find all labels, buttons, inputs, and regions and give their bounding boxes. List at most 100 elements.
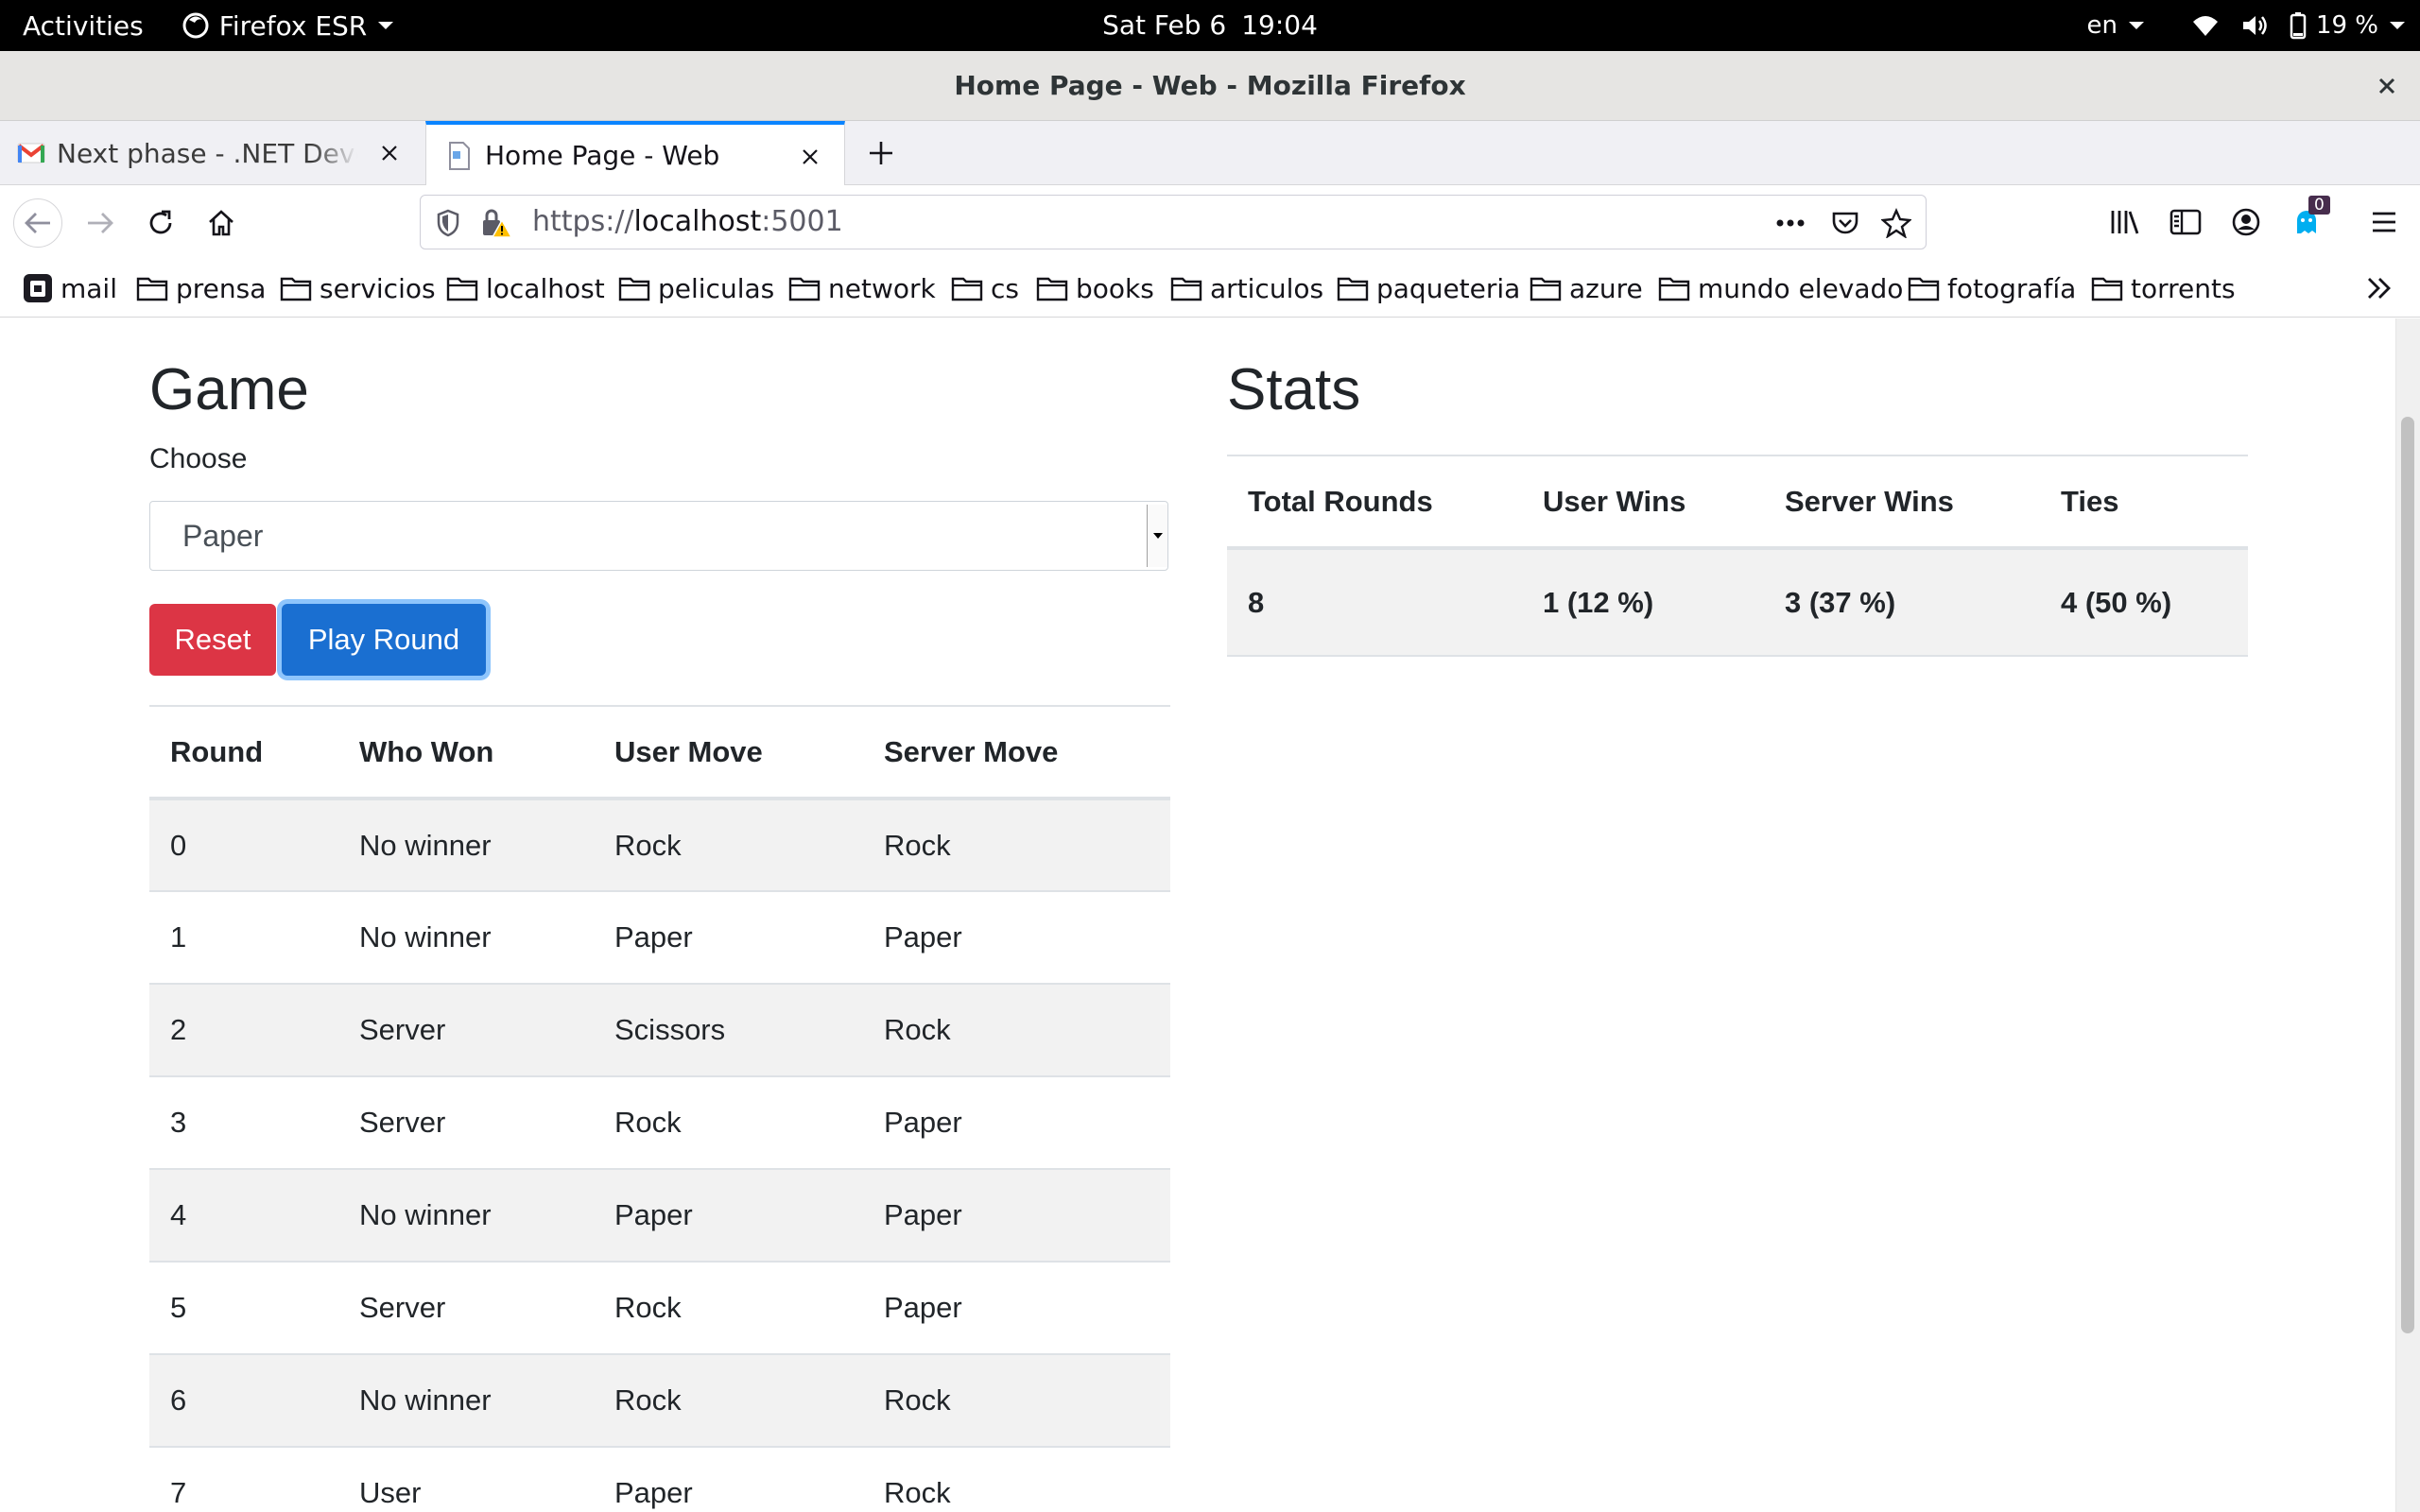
bookmark-label: paqueteria	[1376, 272, 1521, 304]
bookmark-torrents[interactable]: torrents	[2091, 259, 2236, 318]
url-bar[interactable]: https://localhost:5001	[420, 195, 1927, 249]
folder-icon	[280, 277, 312, 301]
battery-indicator[interactable]: 19 %	[2290, 11, 2407, 40]
home-icon	[209, 210, 233, 236]
play-round-button[interactable]: Play Round	[282, 604, 486, 676]
column-header: Server Wins	[1764, 455, 2040, 550]
pocket-icon[interactable]	[1829, 207, 1861, 239]
folder-icon	[1530, 277, 1562, 301]
server-move-cell: Rock	[863, 1354, 1170, 1448]
bookmark-prensa[interactable]: prensa	[136, 259, 266, 318]
battery-icon	[2290, 12, 2307, 40]
tab-gmail[interactable]: Next phase - .NET Developer	[0, 121, 424, 185]
arrow-left-icon	[25, 213, 50, 233]
bookmark-network[interactable]: network	[788, 259, 936, 318]
extension-badge: 0	[2308, 196, 2330, 215]
wifi-icon[interactable]	[2191, 13, 2220, 38]
insecure-lock-icon[interactable]	[479, 207, 511, 239]
winner-cell: No winner	[338, 799, 594, 892]
back-button[interactable]	[13, 198, 62, 248]
account-icon[interactable]	[2227, 203, 2265, 241]
bookmark-azure[interactable]: azure	[1530, 259, 1643, 318]
window-title: Home Page - Web - Mozilla Firefox	[954, 70, 1466, 101]
bookmark-books[interactable]: books	[1036, 259, 1154, 318]
close-icon	[2378, 77, 2395, 94]
window-close-button[interactable]	[2371, 70, 2403, 102]
folder-icon	[951, 277, 983, 301]
bookmark-label: azure	[1569, 272, 1643, 304]
bookmark-peliculas[interactable]: peliculas	[618, 259, 774, 318]
home-button[interactable]	[197, 198, 246, 248]
round-cell: 4	[149, 1169, 338, 1263]
winner-cell: No winner	[338, 1354, 594, 1448]
tab-close-button[interactable]	[374, 138, 405, 168]
page-content: Game Choose Paper Reset Play Round Round…	[0, 318, 2420, 1512]
column-header: Who Won	[338, 705, 594, 800]
bookmark-servicios[interactable]: servicios	[280, 259, 436, 318]
window-titlebar[interactable]: Home Page - Web - Mozilla Firefox	[0, 51, 2420, 121]
bookmarks-toolbar: mail prensa servicios localhost pelicula…	[0, 259, 2420, 318]
server-move-cell: Paper	[863, 1169, 1170, 1263]
volume-icon[interactable]	[2240, 12, 2269, 39]
page-actions-icon[interactable]	[1774, 207, 1806, 239]
system-top-bar: Activities Firefox ESR Sat Feb 6 19:04 en…	[0, 0, 2420, 51]
column-header: User Wins	[1522, 455, 1764, 550]
round-cell: 1	[149, 891, 338, 985]
select-arrow-icon[interactable]	[1147, 505, 1167, 567]
move-select[interactable]: Paper	[149, 501, 1168, 571]
sidebar-icon[interactable]	[2167, 203, 2204, 241]
bookmark-label: mundo elevado	[1698, 272, 1904, 304]
bookmark-mail[interactable]: mail	[23, 259, 117, 318]
table-row: 4 No winner Paper Paper	[149, 1169, 1170, 1263]
scrollbar-thumb[interactable]	[2401, 417, 2414, 1333]
menu-hamburger-icon[interactable]	[2365, 203, 2403, 241]
plus-icon	[870, 142, 892, 164]
shield-icon[interactable]	[432, 207, 464, 239]
chevron-down-icon	[2128, 22, 2144, 29]
table-row: 2 Server Scissors Rock	[149, 984, 1170, 1077]
extension-ghost-icon[interactable]: 0	[2288, 196, 2330, 241]
language-indicator[interactable]: en	[2086, 11, 2145, 40]
bookmark-fotografia[interactable]: fotografía	[1908, 259, 2076, 318]
tab-close-button[interactable]	[795, 142, 825, 172]
tab-label: Next phase - .NET Developer	[57, 137, 357, 169]
reload-button[interactable]	[136, 198, 185, 248]
gmail-icon	[17, 143, 45, 163]
bookmark-label: books	[1076, 272, 1154, 304]
bookmark-star-icon[interactable]	[1880, 207, 1912, 239]
forward-button[interactable]	[76, 198, 125, 248]
new-tab-button[interactable]	[862, 134, 900, 172]
table-row: 7 User Paper Rock	[149, 1447, 1170, 1512]
tab-home-page[interactable]: Home Page - Web	[425, 121, 845, 186]
folder-icon	[788, 277, 821, 301]
bookmarks-overflow-button[interactable]	[2365, 259, 2401, 318]
reset-button[interactable]: Reset	[149, 604, 276, 676]
user-move-cell: Paper	[594, 891, 863, 985]
bookmark-cs[interactable]: cs	[951, 259, 1019, 318]
server-move-cell: Rock	[863, 984, 1170, 1077]
page-scrollbar[interactable]	[2395, 318, 2420, 1512]
round-cell: 6	[149, 1354, 338, 1448]
server-wins-value: 3 (37 %)	[1764, 548, 2040, 657]
stats-table: Total Rounds User Wins Server Wins Ties …	[1227, 455, 2248, 657]
user-move-cell: Rock	[594, 1354, 863, 1448]
clock[interactable]: Sat Feb 6 19:04	[0, 0, 2420, 51]
bookmark-articulos[interactable]: articulos	[1170, 259, 1323, 318]
round-cell: 7	[149, 1447, 338, 1512]
bookmark-localhost[interactable]: localhost	[446, 259, 605, 318]
rounds-table: Round Who Won User Move Server Move 0 No …	[149, 705, 1170, 1512]
folder-icon	[1170, 277, 1202, 301]
folder-icon	[618, 277, 650, 301]
time-label: 19:04	[1241, 9, 1318, 41]
round-cell: 0	[149, 799, 338, 892]
url-text[interactable]: https://localhost:5001	[532, 196, 843, 249]
server-move-cell: Paper	[863, 891, 1170, 985]
user-wins-value: 1 (12 %)	[1522, 548, 1764, 657]
url-port: :5001	[761, 205, 843, 238]
bookmark-paqueteria[interactable]: paqueteria	[1337, 259, 1520, 318]
date-label: Sat Feb 6	[1102, 9, 1227, 41]
chevron-down-icon	[2390, 22, 2405, 29]
server-move-cell: Paper	[863, 1262, 1170, 1355]
library-icon[interactable]	[2106, 203, 2144, 241]
bookmark-mundo-elevado[interactable]: mundo elevado	[1658, 259, 1903, 318]
